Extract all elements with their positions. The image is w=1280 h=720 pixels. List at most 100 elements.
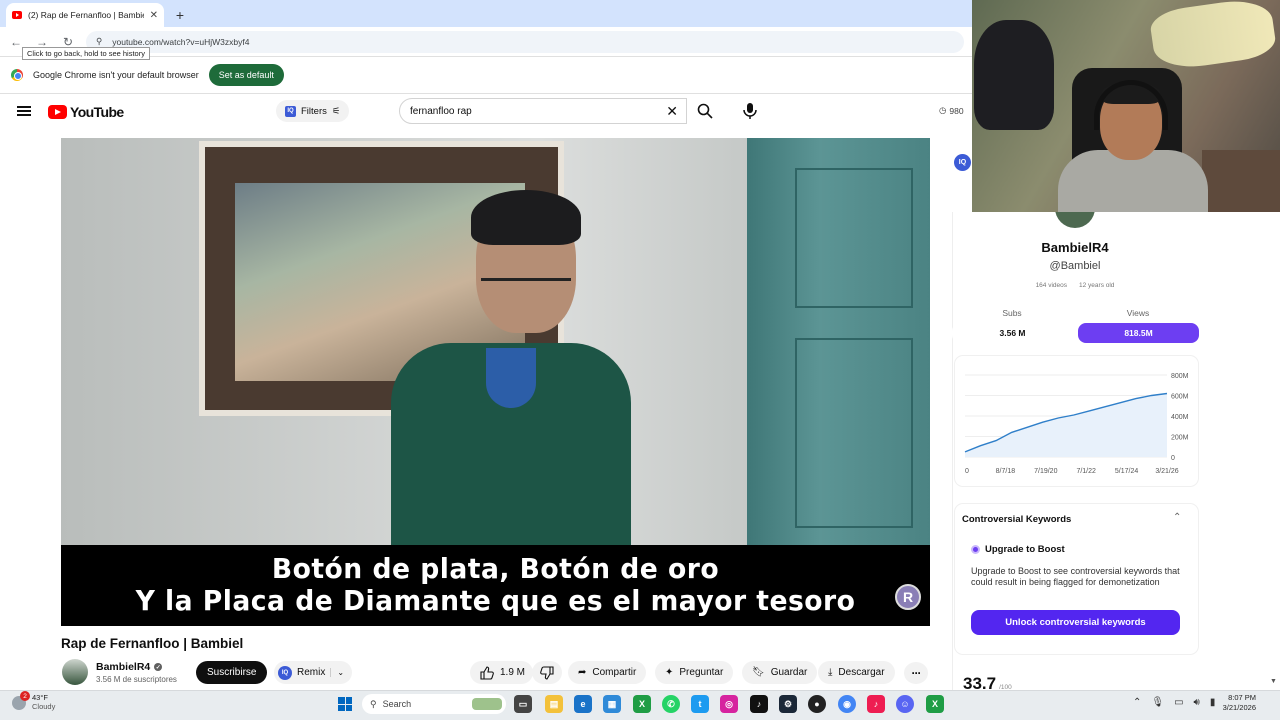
store-icon[interactable]: ▦ (603, 695, 621, 713)
subscribe-button[interactable]: Suscribirse (196, 661, 268, 684)
iq-icon: IQ (278, 665, 292, 680)
channel-subscribers: 3.56 M de suscriptores (96, 675, 177, 684)
chevron-up-icon[interactable]: ⌃ (1173, 512, 1181, 523)
microphone-tray-icon[interactable]: 🎙︎ (1151, 697, 1164, 708)
ask-label: Preguntar (679, 667, 724, 678)
channel-name-row[interactable]: BambielR4 ✓ (96, 661, 163, 673)
boost-label: Upgrade to Boost (985, 544, 1065, 555)
subs-label: Subs (1002, 308, 1022, 318)
tiktok-studio-icon[interactable]: ♪ (867, 695, 885, 713)
share-button[interactable]: ➦ Compartir (568, 661, 647, 684)
excel-2-icon[interactable]: X (926, 695, 944, 713)
chart-y-tick-label: 200M (1171, 435, 1189, 442)
video-player[interactable]: Botón de plata, Botón de oro Y la Placa … (61, 138, 930, 626)
search-input[interactable]: fernanfloo rap ✕ (399, 98, 687, 124)
url-text: youtube.com/watch?v=uHjW3zxbyf4 (112, 36, 250, 47)
views-toggle[interactable]: 818.5M (1078, 323, 1199, 343)
chrome-taskbar-icon[interactable]: ◉ (838, 695, 856, 713)
share-icon: ➦ (578, 667, 587, 678)
youtube-play-icon (48, 105, 67, 119)
chart-x-tick-label: 0 (965, 468, 969, 475)
whatsapp-icon[interactable]: ✆ (662, 695, 680, 713)
tab-title: (2) Rap de Fernanfloo | Bambiel (28, 10, 144, 20)
chart-x-tick-label: 3/21/26 (1155, 468, 1178, 475)
infobar-message: Google Chrome isn't your default browser (33, 70, 199, 80)
sliders-icon: ⚟ (331, 105, 341, 117)
browser-tab[interactable]: (2) Rap de Fernanfloo | Bambiel ✕ (6, 3, 164, 27)
chevron-down-icon[interactable]: ⌄ (330, 668, 344, 677)
chart-x-tick-label: 8/7/18 (996, 468, 1016, 475)
upgrade-boost-row: Upgrade to Boost (971, 544, 1065, 555)
panel-channel-handle: @Bambiel (1049, 260, 1101, 272)
like-button[interactable]: 1.9 M (470, 661, 534, 684)
video-door (747, 138, 930, 548)
site-info-icon[interactable]: ⚲ (96, 36, 102, 47)
search-button[interactable] (690, 99, 720, 123)
chevron-up-icon[interactable]: ⌃ (1133, 697, 1141, 708)
chart-y-tick-label: 600M (1171, 394, 1189, 401)
clock-icon: ◷ (939, 105, 947, 115)
windows-start-icon[interactable] (338, 697, 352, 711)
microphone-button[interactable] (741, 101, 759, 121)
webcam-overlay (972, 0, 1280, 212)
tiktok-icon[interactable]: ♪ (750, 695, 768, 713)
boost-icon (971, 545, 980, 554)
instagram-icon[interactable]: ◎ (720, 695, 738, 713)
chart-x-tick-label: 5/17/24 (1115, 468, 1138, 475)
controversial-keywords-title: Controversial Keywords (962, 514, 1072, 525)
volume-icon[interactable]: 🔊︎ (1194, 697, 1200, 708)
thumbs-down-icon (540, 665, 554, 680)
like-count: 1.9 M (500, 667, 526, 678)
video-count: 164 videos (1035, 282, 1068, 289)
channel-avatar[interactable] (62, 659, 88, 685)
new-tab-button[interactable]: + (168, 3, 192, 27)
set-default-button[interactable]: Set as default (208, 64, 284, 86)
clear-search-icon[interactable]: ✕ (666, 103, 678, 120)
chart-x-tick-label: 7/19/20 (1034, 468, 1057, 475)
task-view-icon[interactable]: ▭ (514, 695, 532, 713)
notification-badge: 2 (20, 691, 30, 701)
edge-icon[interactable]: e (574, 695, 592, 713)
chart-y-tick-label: 800M (1171, 373, 1189, 380)
taskbar-clock[interactable]: 8:07 PM 3/21/2026 (1208, 693, 1256, 713)
ask-button[interactable]: ✦ Preguntar (655, 661, 734, 684)
dislike-button[interactable] (532, 661, 562, 684)
channel-name: BambielR4 (96, 661, 151, 673)
iq-icon[interactable]: IQ (954, 154, 971, 171)
twitter-icon[interactable]: t (691, 695, 709, 713)
download-button[interactable]: ⤓ Descargar (818, 661, 895, 684)
close-tab-icon[interactable]: ✕ (150, 10, 158, 21)
chart-series-area (965, 393, 1167, 457)
discord-icon[interactable]: ☺ (896, 695, 914, 713)
save-button[interactable]: 🔖︎ Guardar (742, 661, 818, 684)
microphone-icon (743, 103, 757, 119)
weather-widget[interactable]: 2 43°F Cloudy (12, 691, 55, 711)
obs-icon[interactable]: ● (808, 695, 826, 713)
unlock-keywords-button[interactable]: Unlock controversial keywords (971, 610, 1180, 635)
youtube-logo[interactable]: YouTube (48, 104, 124, 120)
address-bar[interactable]: ⚲ youtube.com/watch?v=uHjW3zxbyf4 (86, 30, 964, 53)
thumbs-up-icon (480, 665, 494, 680)
search-query: fernanfloo rap (410, 105, 472, 117)
more-actions-icon[interactable]: ··· (904, 662, 928, 684)
remix-button[interactable]: IQ Remix ⌄ (274, 661, 353, 684)
taskbar-search[interactable]: ⚲ Search (362, 694, 506, 714)
subs-toggle[interactable]: 3.56 M (952, 323, 1073, 343)
video-title: Rap de Fernanfloo | Bambiel (61, 636, 244, 651)
excel-icon[interactable]: X (633, 695, 651, 713)
network-icon[interactable]: ▭ (1174, 697, 1183, 708)
menu-icon[interactable] (17, 106, 31, 116)
filters-button[interactable]: IQ Filters ⚟ (276, 100, 350, 122)
remix-label: Remix (297, 667, 326, 678)
save-label: Guardar (770, 667, 808, 678)
youtube-wordmark: YouTube (70, 104, 124, 120)
clock-date: 3/21/2026 (1222, 703, 1256, 712)
header-counter: ◷ 980 (939, 105, 964, 116)
file-explorer-icon[interactable]: ▤ (545, 695, 563, 713)
cloud-icon: 2 (12, 691, 30, 710)
views-chart: 800M 600M 400M 200M 0 0 8/7/18 7/19/20 7/1/22 5/1… (955, 356, 1198, 486)
channel-watermark: R (895, 584, 921, 610)
scroll-down-icon[interactable]: ▼ (1270, 678, 1277, 685)
filters-label: Filters (301, 105, 327, 117)
steam-icon[interactable]: ⚙ (779, 695, 797, 713)
